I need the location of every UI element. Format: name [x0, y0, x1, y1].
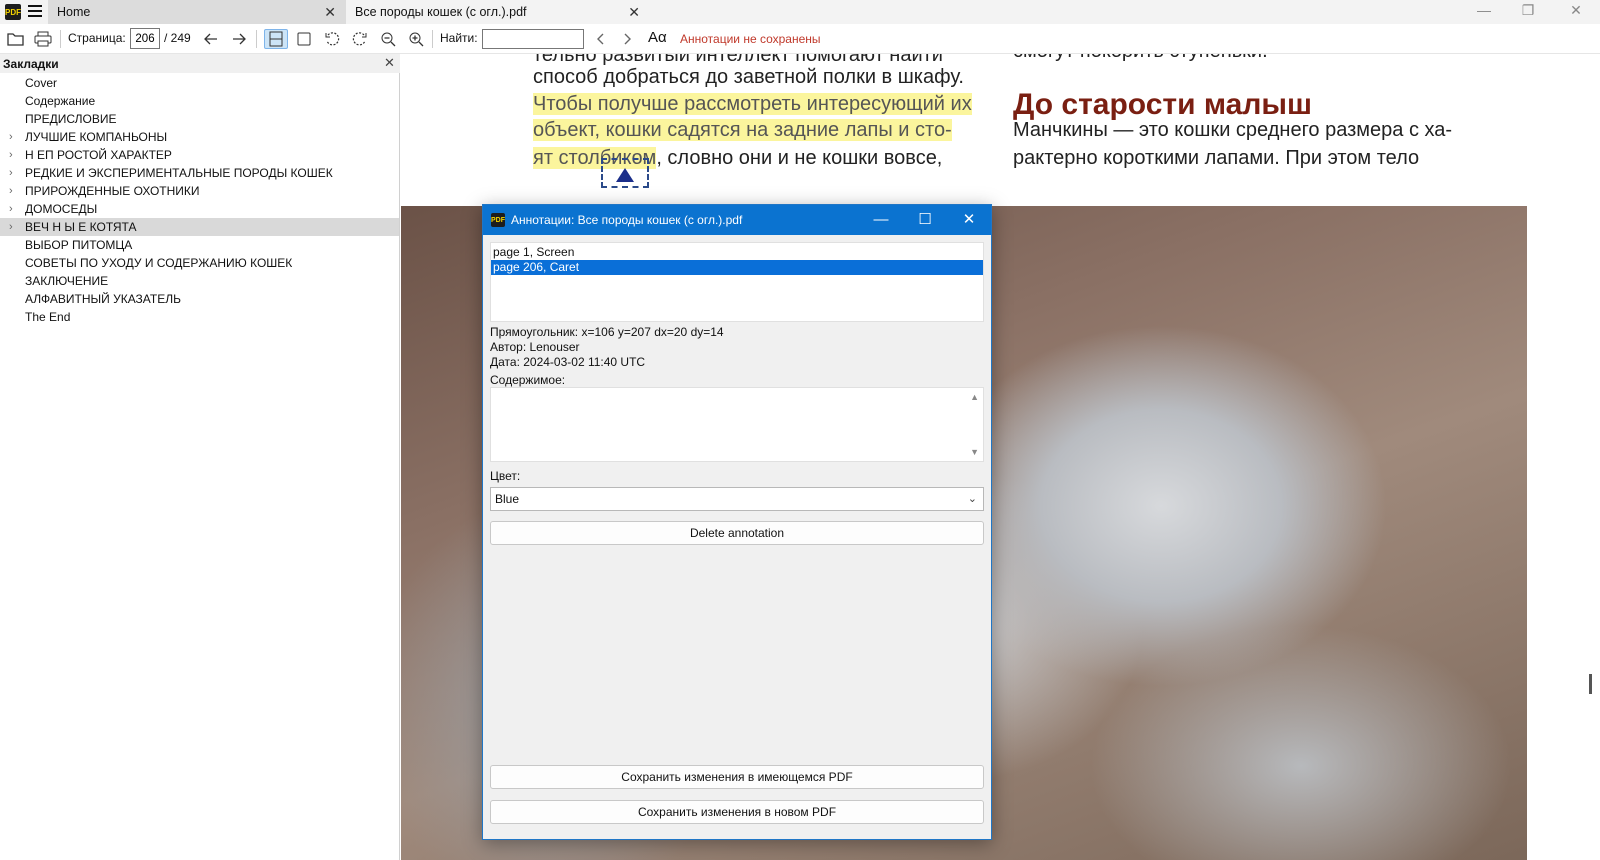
single-page-icon[interactable] [294, 29, 314, 49]
chevron-right-icon[interactable]: › [9, 164, 13, 182]
unsaved-status: Аннотации не сохранены [680, 32, 821, 46]
sidebar-title: Закладки [3, 57, 59, 71]
close-icon[interactable]: ✕ [628, 4, 640, 21]
author-info: Автор: Lenouser [490, 340, 580, 354]
maximize-icon[interactable]: ☐ [913, 210, 937, 230]
text-line: рактерно короткими лапами. При этом тело [1013, 147, 1420, 169]
title-bar: PDF Home ✕ Все породы кошек (с огл.).pdf… [0, 0, 1600, 24]
scrollbar-thumb[interactable] [1589, 674, 1592, 694]
zoom-out-icon[interactable] [378, 29, 398, 49]
bookmark-item[interactable]: ПРЕДИСЛОВИЕ [0, 110, 399, 128]
text-line: объект, кошки садятся на задние лапы и с… [533, 119, 952, 142]
save-new-pdf-button[interactable]: Сохранить изменения в новом PDF [490, 800, 984, 824]
date-info: Дата: 2024-03-02 11:40 UTC [490, 355, 646, 369]
color-select[interactable]: Blue ⌄ [490, 487, 984, 511]
find-next-icon[interactable] [620, 29, 636, 49]
dialog-title: Аннотации: Все породы кошек (с огл.).pdf [511, 213, 743, 227]
bookmark-item[interactable]: › ПРИРОЖДЕННЫЕ ОХОТНИКИ [0, 182, 399, 200]
continuous-scroll-icon[interactable] [264, 29, 288, 49]
print-icon[interactable] [33, 29, 53, 49]
chevron-down-icon: ⌄ [967, 493, 977, 505]
content-label: Содержимое: [490, 373, 566, 387]
highlight-annotation[interactable]: объект, кошки садятся на задние лапы и с… [533, 119, 952, 141]
sidebar-header: Закладки ✕ [0, 54, 400, 73]
page-label: Страница: [68, 31, 126, 45]
bookmark-item[interactable]: АЛФАВИТНЫЙ УКАЗАТЕЛЬ [0, 290, 399, 308]
find-label: Найти: [440, 31, 478, 45]
close-icon[interactable]: ✕ [384, 55, 395, 71]
close-window-icon[interactable]: ✕ [1566, 2, 1586, 19]
bookmark-item[interactable]: › ДОМОСЕДЫ [0, 200, 399, 218]
page-number-input[interactable] [130, 28, 160, 49]
close-icon[interactable]: ✕ [324, 4, 336, 21]
scroll-up-icon[interactable]: ▲ [970, 392, 979, 402]
content-textarea[interactable]: ▲ ▼ [490, 387, 984, 462]
minimize-icon[interactable]: — [1474, 2, 1494, 18]
arrow-right-icon[interactable] [229, 29, 249, 49]
toolbar: Страница: / 249 Найти: Aα Аннотации не с… [0, 24, 1600, 54]
zoom-in-icon[interactable] [406, 29, 426, 49]
close-icon[interactable]: ✕ [957, 210, 981, 230]
caret-icon [616, 168, 634, 182]
color-label: Цвет: [490, 469, 521, 483]
dialog-title-bar[interactable]: PDF Аннотации: Все породы кошек (с огл.)… [483, 205, 991, 235]
app-logo-icon[interactable]: PDF [5, 4, 21, 20]
tab-home[interactable]: Home ✕ [48, 0, 346, 24]
bookmark-item[interactable]: СОВЕТЫ ПО УХОДУ И СОДЕРЖАНИЮ КОШЕК [0, 254, 399, 272]
text-line: Чтобы получше рассмотреть интересующий и… [533, 93, 972, 116]
annotation-list[interactable]: page 1, Screen page 206, Caret [490, 242, 984, 322]
bookmark-item[interactable]: Cover [0, 74, 399, 92]
bookmark-item[interactable]: ВЫБОР ПИТОМЦА [0, 236, 399, 254]
menu-icon[interactable] [28, 5, 42, 19]
chevron-right-icon[interactable]: › [9, 218, 13, 236]
chevron-right-icon[interactable]: › [9, 182, 13, 200]
rect-info: Прямоугольник: x=106 y=207 dx=20 dy=14 [490, 325, 724, 339]
tab-label: Home [57, 5, 91, 19]
restore-icon[interactable]: ❐ [1518, 2, 1538, 19]
tab-label: Все породы кошек (с огл.).pdf [355, 5, 527, 19]
annotation-list-item[interactable]: page 1, Screen [491, 245, 983, 260]
chevron-right-icon[interactable]: › [9, 146, 13, 164]
bookmark-item[interactable]: › РЕДКИЕ И ЭКСПЕРИМЕНТАЛЬНЫЕ ПОРОДЫ КОШЕК [0, 164, 399, 182]
bookmark-item[interactable]: ЗАКЛЮЧЕНИЕ [0, 272, 399, 290]
page-total: / 249 [164, 31, 191, 45]
text-line: смогут покорить ступеньки. [1013, 54, 1268, 63]
minimize-icon[interactable]: — [869, 210, 893, 230]
bookmarks-sidebar: Закладки ✕ Cover Содержание ПРЕДИСЛОВИЕ … [0, 54, 400, 860]
rotate-left-icon[interactable] [322, 29, 342, 49]
save-existing-pdf-button[interactable]: Сохранить изменения в имеющемся PDF [490, 765, 984, 789]
text-line: Манчкины — это кошки среднего размера с … [1013, 119, 1453, 141]
annotations-dialog: PDF Аннотации: Все породы кошек (с огл.)… [482, 204, 992, 840]
page-heading: До старости малыш [1013, 88, 1313, 121]
scroll-down-icon[interactable]: ▼ [970, 447, 979, 457]
page-text-area: тельно развитый интеллект помогают найти… [401, 54, 1527, 206]
match-case-icon[interactable]: Aα [648, 29, 667, 46]
chevron-right-icon[interactable]: › [9, 128, 13, 146]
text-line: ят столбиком, словно они и не кошки вовс… [533, 147, 943, 169]
tab-document[interactable]: Все породы кошек (с огл.).pdf ✕ [346, 0, 650, 24]
delete-annotation-button[interactable]: Delete annotation [490, 521, 984, 545]
find-prev-icon[interactable] [592, 29, 608, 49]
caret-annotation[interactable] [601, 158, 649, 188]
color-value: Blue [495, 492, 520, 506]
bookmark-item[interactable]: › ЛУЧШИЕ КОМПАНЬОНЫ [0, 128, 399, 146]
app-logo-icon: PDF [491, 213, 505, 227]
text-line: способ добраться до заветной полки в шка… [533, 66, 964, 88]
highlight-annotation[interactable]: Чтобы получше рассмотреть интересующий и… [533, 93, 972, 115]
annotation-list-item-selected[interactable]: page 206, Caret [491, 260, 983, 275]
bookmark-item[interactable]: › Н ЕП РОСТОЙ ХАРАКТЕР [0, 146, 399, 164]
open-folder-icon[interactable] [6, 29, 26, 49]
find-input[interactable] [482, 29, 584, 49]
rotate-right-icon[interactable] [350, 29, 370, 49]
chevron-right-icon[interactable]: › [9, 200, 13, 218]
bookmark-item[interactable]: Содержание [0, 92, 399, 110]
bookmark-item[interactable]: The End [0, 308, 399, 326]
arrow-left-icon[interactable] [201, 29, 221, 49]
bookmark-item-selected[interactable]: › ВЕЧ Н Ы Е КОТЯТА [0, 218, 399, 236]
